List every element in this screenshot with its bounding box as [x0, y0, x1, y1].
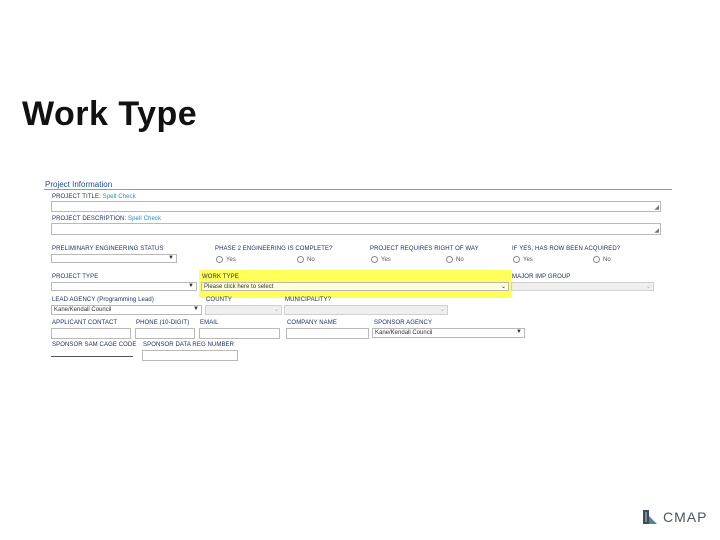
county-select[interactable]: ⌄ — [205, 305, 282, 315]
applicant-contact-field[interactable] — [51, 328, 131, 339]
lead-agency-label: LEAD AGENCY (Programming Lead) — [52, 297, 154, 303]
dropdown-arrow-icon: ⌄ — [500, 284, 506, 290]
sponsor-sam-field[interactable] — [51, 356, 133, 357]
dropdown-arrow-icon: ⌄ — [645, 284, 651, 290]
county-label: COUNTY — [206, 297, 232, 303]
work-type-label: WORK TYPE — [202, 274, 239, 280]
phase2-complete-label: PHASE 2 ENGINEERING IS COMPLETE? — [215, 246, 333, 252]
cmap-logo: CMAP — [643, 509, 707, 525]
project-title-field[interactable]: ◢ — [51, 201, 661, 212]
project-type-select[interactable]: ▼ — [51, 282, 197, 291]
radio-icon — [371, 256, 378, 263]
phone-field[interactable] — [135, 328, 195, 339]
work-type-select[interactable]: Please click here to select ⌄ — [201, 282, 509, 291]
radio-icon — [513, 256, 520, 263]
radio-icon — [446, 256, 453, 263]
slide-title: Work Type — [22, 95, 198, 133]
email-label: EMAIL — [200, 320, 219, 326]
dropdown-arrow-icon: ⌄ — [273, 307, 279, 313]
sponsor-data-reg-label: SPONSOR DATA REG NUMBER — [143, 342, 235, 348]
resize-grip-icon[interactable]: ◢ — [654, 227, 659, 234]
requires-row-label: PROJECT REQUIRES RIGHT OF WAY — [370, 246, 479, 252]
requires-row-yes-radio[interactable]: Yes — [371, 256, 391, 263]
project-title-label: PROJECT TITLE: Spell Check — [52, 194, 136, 200]
section-title: Project Information — [45, 180, 113, 189]
municipality-select[interactable]: ⌄ — [284, 305, 448, 315]
project-description-field[interactable]: ◢ — [51, 223, 661, 235]
phone-label: PHONE (10-DIGIT) — [136, 320, 190, 326]
radio-icon — [593, 256, 600, 263]
radio-icon — [216, 256, 223, 263]
section-divider — [44, 189, 672, 190]
dropdown-arrow-icon: ▼ — [168, 255, 174, 261]
sponsor-agency-select[interactable]: Kane/Kendall Council ▼ — [372, 328, 525, 338]
radio-icon — [297, 256, 304, 263]
prelim-eng-status-select[interactable]: ▼ — [51, 254, 177, 263]
cmap-logo-icon — [643, 510, 657, 524]
phase2-no-radio[interactable]: No — [297, 256, 315, 263]
resize-grip-icon[interactable]: ◢ — [654, 204, 659, 211]
sponsor-data-reg-field[interactable] — [142, 350, 238, 361]
company-name-label: COMPANY NAME — [287, 320, 337, 326]
dropdown-arrow-icon: ▼ — [188, 283, 194, 289]
municipality-label: MUNICIPALITY? — [285, 297, 332, 303]
sponsor-agency-label: SPONSOR AGENCY — [374, 320, 433, 326]
major-imp-group-select[interactable]: ⌄ — [511, 282, 654, 291]
major-imp-group-label: MAJOR IMP GROUP — [512, 274, 571, 280]
requires-row-no-radio[interactable]: No — [446, 256, 464, 263]
row-acquired-no-radio[interactable]: No — [593, 256, 611, 263]
prelim-eng-status-label: PRELIMINARY ENGINEERING STATUS — [52, 246, 164, 252]
sponsor-sam-label: SPONSOR SAM CAGE CODE — [52, 342, 137, 348]
applicant-contact-label: APPLICANT CONTACT — [52, 320, 118, 326]
phase2-yes-radio[interactable]: Yes — [216, 256, 236, 263]
spell-check-link[interactable]: Spell Check — [103, 194, 136, 200]
dropdown-arrow-icon: ▼ — [193, 306, 199, 312]
company-name-field[interactable] — [286, 328, 369, 339]
row-acquired-yes-radio[interactable]: Yes — [513, 256, 533, 263]
dropdown-arrow-icon: ⌄ — [439, 307, 445, 313]
row-acquired-label: IF YES, HAS ROW BEEN ACQUIRED? — [512, 246, 621, 252]
email-field[interactable] — [199, 328, 280, 339]
dropdown-arrow-icon: ▼ — [516, 329, 522, 335]
lead-agency-select[interactable]: Kane/Kendall Council ▼ — [51, 305, 202, 315]
project-description-label: PROJECT DESCRIPTION: Spell Check — [52, 216, 162, 222]
project-type-label: PROJECT TYPE — [52, 274, 99, 280]
cmap-logo-text: CMAP — [663, 509, 708, 525]
spell-check-link[interactable]: Spell Check — [128, 216, 161, 222]
